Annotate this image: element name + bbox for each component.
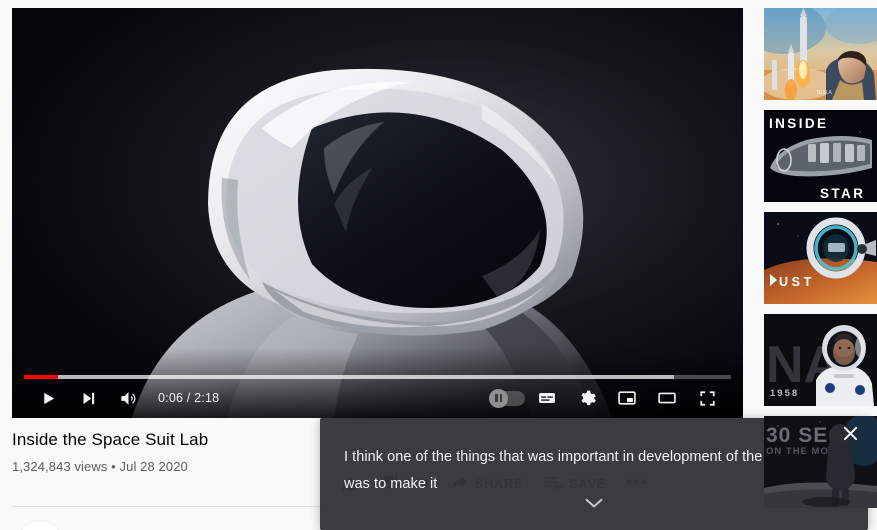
elon-musk-rockets-image: TESLA xyxy=(764,8,877,100)
upload-date: Jul 28 2020 xyxy=(119,459,188,474)
fullscreen-icon[interactable] xyxy=(687,378,727,418)
autoplay-toggle[interactable] xyxy=(487,378,527,418)
thumb3-label: UST xyxy=(779,275,815,289)
thumb2-label-star: STAR xyxy=(820,186,865,201)
svg-text:TESLA: TESLA xyxy=(816,90,833,96)
thumbnail-inside-starship[interactable]: INSIDE STAR xyxy=(764,110,877,202)
autoplay-knob xyxy=(489,388,508,408)
youtube-watch-page: 0:06 / 2:18 Inside the Space Suit Lab 1,… xyxy=(0,0,877,530)
thumbnail-elon-musk-rockets[interactable]: TESLA xyxy=(764,8,877,100)
settings-gear-icon[interactable] xyxy=(567,378,607,418)
nasa-1958-astronaut-image: NA 1958 xyxy=(764,314,877,406)
video-player[interactable]: 0:06 / 2:18 xyxy=(12,8,743,418)
play-button[interactable] xyxy=(28,378,68,418)
time-display: 0:06 / 2:18 xyxy=(158,391,220,405)
thumb4-year: 1958 xyxy=(770,388,799,399)
view-count: 1,324,843 views xyxy=(12,459,108,474)
volume-button[interactable] xyxy=(108,378,148,418)
thumb2-label-inside: INSIDE xyxy=(769,116,828,131)
thumbnail-dust-space-station[interactable]: UST xyxy=(764,212,877,304)
close-icon[interactable] xyxy=(836,419,864,447)
channel-avatar[interactable] xyxy=(16,520,64,530)
section-divider xyxy=(12,506,330,507)
caption-text: I think one of the things that was impor… xyxy=(344,449,790,492)
subtitles-icon[interactable] xyxy=(527,378,567,418)
dust-space-station-image: UST xyxy=(764,212,877,304)
theater-mode-icon[interactable] xyxy=(647,378,687,418)
player-controls: 0:06 / 2:18 xyxy=(12,378,743,418)
inside-starship-image: INSIDE STAR xyxy=(764,110,877,202)
chevron-down-icon[interactable] xyxy=(585,496,603,514)
miniplayer-icon[interactable] xyxy=(607,378,647,418)
meta-separator: • xyxy=(111,459,116,474)
thumbnail-nasa-1958-astronaut[interactable]: NA 1958 xyxy=(764,314,877,406)
player-controls-left: 0:06 / 2:18 xyxy=(12,378,227,418)
next-video-button[interactable] xyxy=(68,378,108,418)
player-controls-right xyxy=(487,378,743,418)
